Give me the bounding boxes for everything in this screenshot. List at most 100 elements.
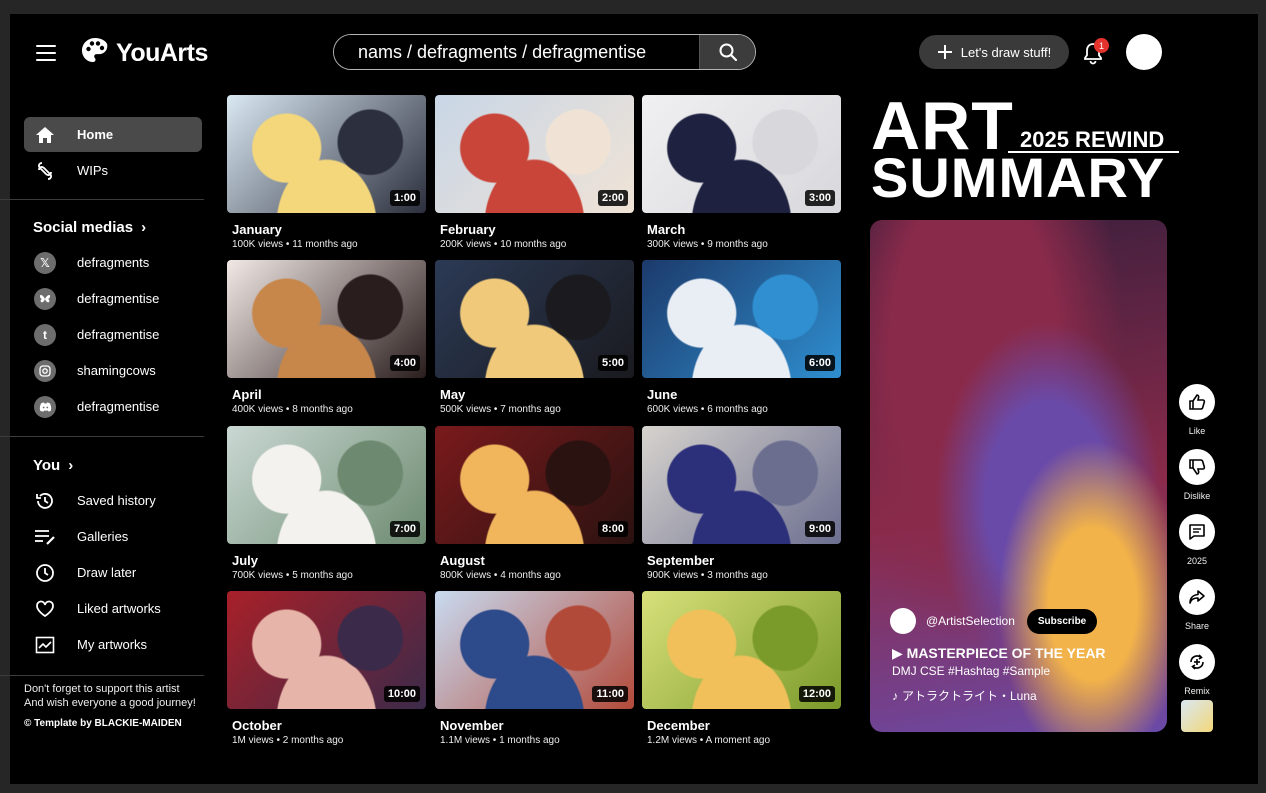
short-channel: @ArtistSelection Subscribe [890, 608, 1098, 634]
video-card[interactable]: 10:00 October 1M views • 2 months ago [227, 591, 426, 746]
video-card[interactable]: 6:00 June 600K views • 6 months ago [642, 260, 841, 415]
music-note-icon: ♪ [892, 688, 898, 703]
video-card[interactable]: 9:00 September 900K views • 3 months ago [642, 426, 841, 581]
comment-icon [1189, 524, 1205, 540]
video-thumbnail[interactable]: 12:00 [642, 591, 841, 709]
dislike-button[interactable]: Dislike [1179, 449, 1215, 501]
video-thumbnail[interactable]: 9:00 [642, 426, 841, 544]
video-thumbnail[interactable]: 4:00 [227, 260, 426, 378]
remix-button[interactable]: Remix [1179, 644, 1215, 696]
comments-button[interactable]: 2025 [1179, 514, 1215, 566]
video-meta: 500K views • 7 months ago [440, 404, 561, 415]
video-thumbnail[interactable]: 7:00 [227, 426, 426, 544]
short-tags[interactable]: DMJ CSE #Hashtag #Sample [892, 664, 1050, 678]
thumbs-down-icon [1189, 459, 1206, 475]
video-title[interactable]: March [647, 222, 841, 237]
history-icon [24, 491, 66, 511]
video-meta: 900K views • 3 months ago [647, 570, 768, 581]
sidebar-item-galleries[interactable]: Galleries [24, 519, 202, 554]
sidebar-item-saved-history[interactable]: Saved history [24, 483, 202, 518]
sidebar-item-social-discord[interactable]: defragmentise [24, 389, 202, 424]
subscribe-button[interactable]: Subscribe [1026, 608, 1098, 634]
channel-handle[interactable]: @ArtistSelection [926, 614, 1015, 628]
search-bar [333, 34, 756, 70]
duration-badge: 10:00 [383, 686, 420, 702]
palette-icon [80, 36, 110, 71]
video-thumbnail[interactable]: 3:00 [642, 95, 841, 213]
video-card[interactable]: 12:00 December 1.2M views • A moment ago [642, 591, 841, 746]
like-button[interactable]: Like [1179, 384, 1215, 436]
short-video[interactable]: @ArtistSelection Subscribe ▶ MASTERPIECE… [870, 220, 1167, 732]
sidebar-item-wips[interactable]: WIPs [24, 153, 202, 188]
video-title[interactable]: June [647, 387, 841, 402]
instagram-icon [34, 359, 56, 382]
video-thumbnail[interactable]: 8:00 [435, 426, 634, 544]
duration-badge: 4:00 [389, 355, 420, 371]
logo[interactable]: YouArts [80, 36, 208, 71]
video-card[interactable]: 7:00 July 700K views • 5 months ago [227, 426, 426, 581]
video-card[interactable]: 1:00 January 100K views • 11 months ago [227, 95, 426, 250]
sidebar-item-social-bluesky[interactable]: defragmentise [24, 281, 202, 316]
draw-button-label: Let's draw stuff! [960, 44, 1052, 60]
short-song[interactable]: ♪ アトラクトライト・Luna [892, 687, 1037, 704]
sidebar-item-social-x[interactable]: 𝕏 defragments [24, 245, 202, 280]
video-meta: 1.1M views • 1 months ago [440, 735, 560, 746]
video-card[interactable]: 5:00 May 500K views • 7 months ago [435, 260, 634, 415]
video-meta: 300K views • 9 months ago [647, 239, 768, 250]
video-meta: 700K views • 5 months ago [232, 570, 353, 581]
menu-icon[interactable] [36, 45, 56, 61]
video-card[interactable]: 4:00 April 400K views • 8 months ago [227, 260, 426, 415]
video-thumbnail[interactable]: 10:00 [227, 591, 426, 709]
divider [0, 199, 204, 200]
duration-badge: 2:00 [597, 190, 628, 206]
video-meta: 800K views • 4 months ago [440, 570, 561, 581]
search-button[interactable] [699, 35, 755, 69]
video-card[interactable]: 3:00 March 300K views • 9 months ago [642, 95, 841, 250]
video-meta: 400K views • 8 months ago [232, 404, 353, 415]
logo-text: YouArts [116, 39, 208, 67]
video-thumbnail[interactable]: 5:00 [435, 260, 634, 378]
video-card[interactable]: 2:00 February 200K views • 10 months ago [435, 95, 634, 250]
share-button[interactable]: Share [1179, 579, 1215, 631]
notification-badge: 1 [1094, 38, 1109, 53]
video-title[interactable]: September [647, 553, 841, 568]
sidebar-item-liked-artworks[interactable]: Liked artworks [24, 591, 202, 626]
you-heading[interactable]: You › [33, 457, 73, 474]
wips-icon [24, 161, 66, 181]
chevron-right-icon: › [141, 219, 147, 236]
sidebar-item-home[interactable]: Home [24, 117, 202, 152]
video-title[interactable]: August [440, 553, 634, 568]
video-card[interactable]: 11:00 November 1.1M views • 1 months ago [435, 591, 634, 746]
video-title[interactable]: May [440, 387, 634, 402]
rewind-title-summary: SUMMARY [871, 146, 1166, 209]
video-thumbnail[interactable]: 2:00 [435, 95, 634, 213]
video-thumbnail[interactable]: 6:00 [642, 260, 841, 378]
social-medias-heading[interactable]: Social medias › [33, 219, 146, 236]
video-meta: 1M views • 2 months ago [232, 735, 344, 746]
sidebar-item-draw-later[interactable]: Draw later [24, 555, 202, 590]
sidebar-item-social-tumblr[interactable]: t defragmentise [24, 317, 202, 352]
sidebar-item-my-artworks[interactable]: My artworks [24, 627, 202, 662]
video-thumbnail[interactable]: 11:00 [435, 591, 634, 709]
duration-badge: 1:00 [389, 190, 420, 206]
sidebar-item-label: Home [77, 127, 114, 142]
duration-badge: 11:00 [592, 686, 628, 702]
sound-thumbnail[interactable] [1181, 700, 1213, 732]
channel-avatar[interactable] [890, 608, 916, 634]
video-title[interactable]: December [647, 718, 841, 733]
video-title[interactable]: July [232, 553, 426, 568]
video-title[interactable]: October [232, 718, 426, 733]
sidebar-item-label: WIPs [77, 163, 109, 178]
search-input[interactable] [334, 35, 699, 69]
video-thumbnail[interactable]: 1:00 [227, 95, 426, 213]
video-title[interactable]: January [232, 222, 426, 237]
draw-button[interactable]: Let's draw stuff! [919, 35, 1069, 69]
video-title[interactable]: November [440, 718, 634, 733]
video-card[interactable]: 8:00 August 800K views • 4 months ago [435, 426, 634, 581]
video-title[interactable]: April [232, 387, 426, 402]
sidebar-item-social-instagram[interactable]: shamingcows [24, 353, 202, 388]
video-title[interactable]: February [440, 222, 634, 237]
avatar[interactable] [1126, 34, 1162, 70]
remix-icon [1190, 654, 1204, 670]
duration-badge: 6:00 [804, 355, 835, 371]
